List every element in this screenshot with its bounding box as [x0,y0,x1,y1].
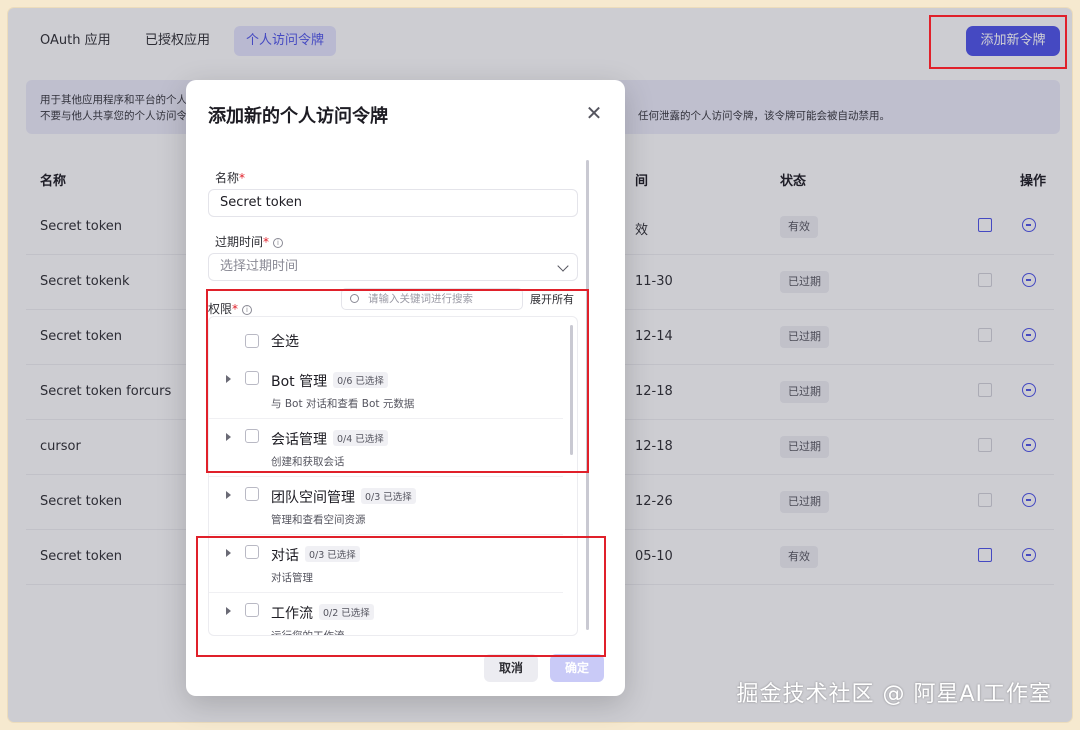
name-input[interactable]: Secret token [208,189,578,217]
permission-name: 团队空间管理 0/3 已选择 [271,487,416,507]
expand-caret-icon[interactable] [226,549,231,557]
expand-all-link[interactable]: 展开所有 [530,291,574,307]
selected-count-badge: 0/3 已选择 [305,546,360,562]
close-icon[interactable]: ✕ [585,103,603,123]
expand-caret-icon[interactable] [226,433,231,441]
expand-caret-icon[interactable] [226,607,231,615]
info-icon: i [273,237,284,248]
watermark: 掘金技术社区 @ 阿星AI工作室 [736,682,1052,707]
permission-label: 权限* i [208,300,253,317]
permission-checkbox[interactable] [245,603,259,617]
expiry-placeholder: 选择过期时间 [220,259,299,274]
permission-group: Bot 管理 0/6 已选择与 Bot 对话和查看 Bot 元数据 [209,361,563,419]
permission-name: 工作流 0/2 已选择 [271,603,374,623]
name-label: 名称* [215,171,246,185]
permission-description: 管理和查看空间资源 [271,514,366,526]
expand-caret-icon[interactable] [226,375,231,383]
selected-count-badge: 0/2 已选择 [319,604,374,620]
permission-checkbox[interactable] [245,545,259,559]
dialog-scrollbar[interactable] [586,160,589,630]
dialog-title: 添加新的个人访问令牌 [208,106,388,127]
permission-group: 工作流 0/2 已选择运行您的工作流 [209,593,563,636]
permission-list: 全选 Bot 管理 0/6 已选择与 Bot 对话和查看 Bot 元数据会话管理 0… [208,316,578,636]
selected-count-badge: 0/4 已选择 [333,430,388,446]
permission-search-input[interactable]: 请输入关键词进行搜索 [341,288,523,310]
permission-name: 会话管理 0/4 已选择 [271,429,388,449]
select-all-checkbox[interactable] [245,334,259,348]
info-icon: i [242,304,253,315]
expiry-select[interactable]: 选择过期时间 [208,253,578,281]
confirm-button[interactable]: 确定 [550,654,604,682]
cancel-button[interactable]: 取消 [484,654,538,682]
permission-description: 与 Bot 对话和查看 Bot 元数据 [271,398,415,410]
permission-group: 对话 0/3 已选择对话管理 [209,535,563,593]
permission-name: 对话 0/3 已选择 [271,545,360,565]
selected-count-badge: 0/6 已选择 [333,372,388,388]
search-placeholder: 请输入关键词进行搜索 [368,293,473,305]
permission-description: 运行您的工作流 [271,630,345,636]
selected-count-badge: 0/3 已选择 [361,488,416,504]
permission-group: 会话管理 0/4 已选择创建和获取会话 [209,419,563,477]
permission-description: 创建和获取会话 [271,456,345,468]
permission-description: 对话管理 [271,572,313,584]
permission-checkbox[interactable] [245,429,259,443]
permission-checkbox[interactable] [245,371,259,385]
search-icon [350,294,359,303]
add-token-dialog: 添加新的个人访问令牌 ✕ 名称* Secret token 过期时间* i 选择过… [186,80,625,696]
permission-checkbox[interactable] [245,487,259,501]
expand-caret-icon[interactable] [226,491,231,499]
select-all-label: 全选 [271,334,299,350]
permission-group: 团队空间管理 0/3 已选择管理和查看空间资源 [209,477,563,535]
permission-list-scrollbar[interactable] [570,325,573,455]
chevron-down-icon [557,260,569,272]
expiry-label: 过期时间* i [215,233,284,250]
permission-name: Bot 管理 0/6 已选择 [271,371,388,391]
